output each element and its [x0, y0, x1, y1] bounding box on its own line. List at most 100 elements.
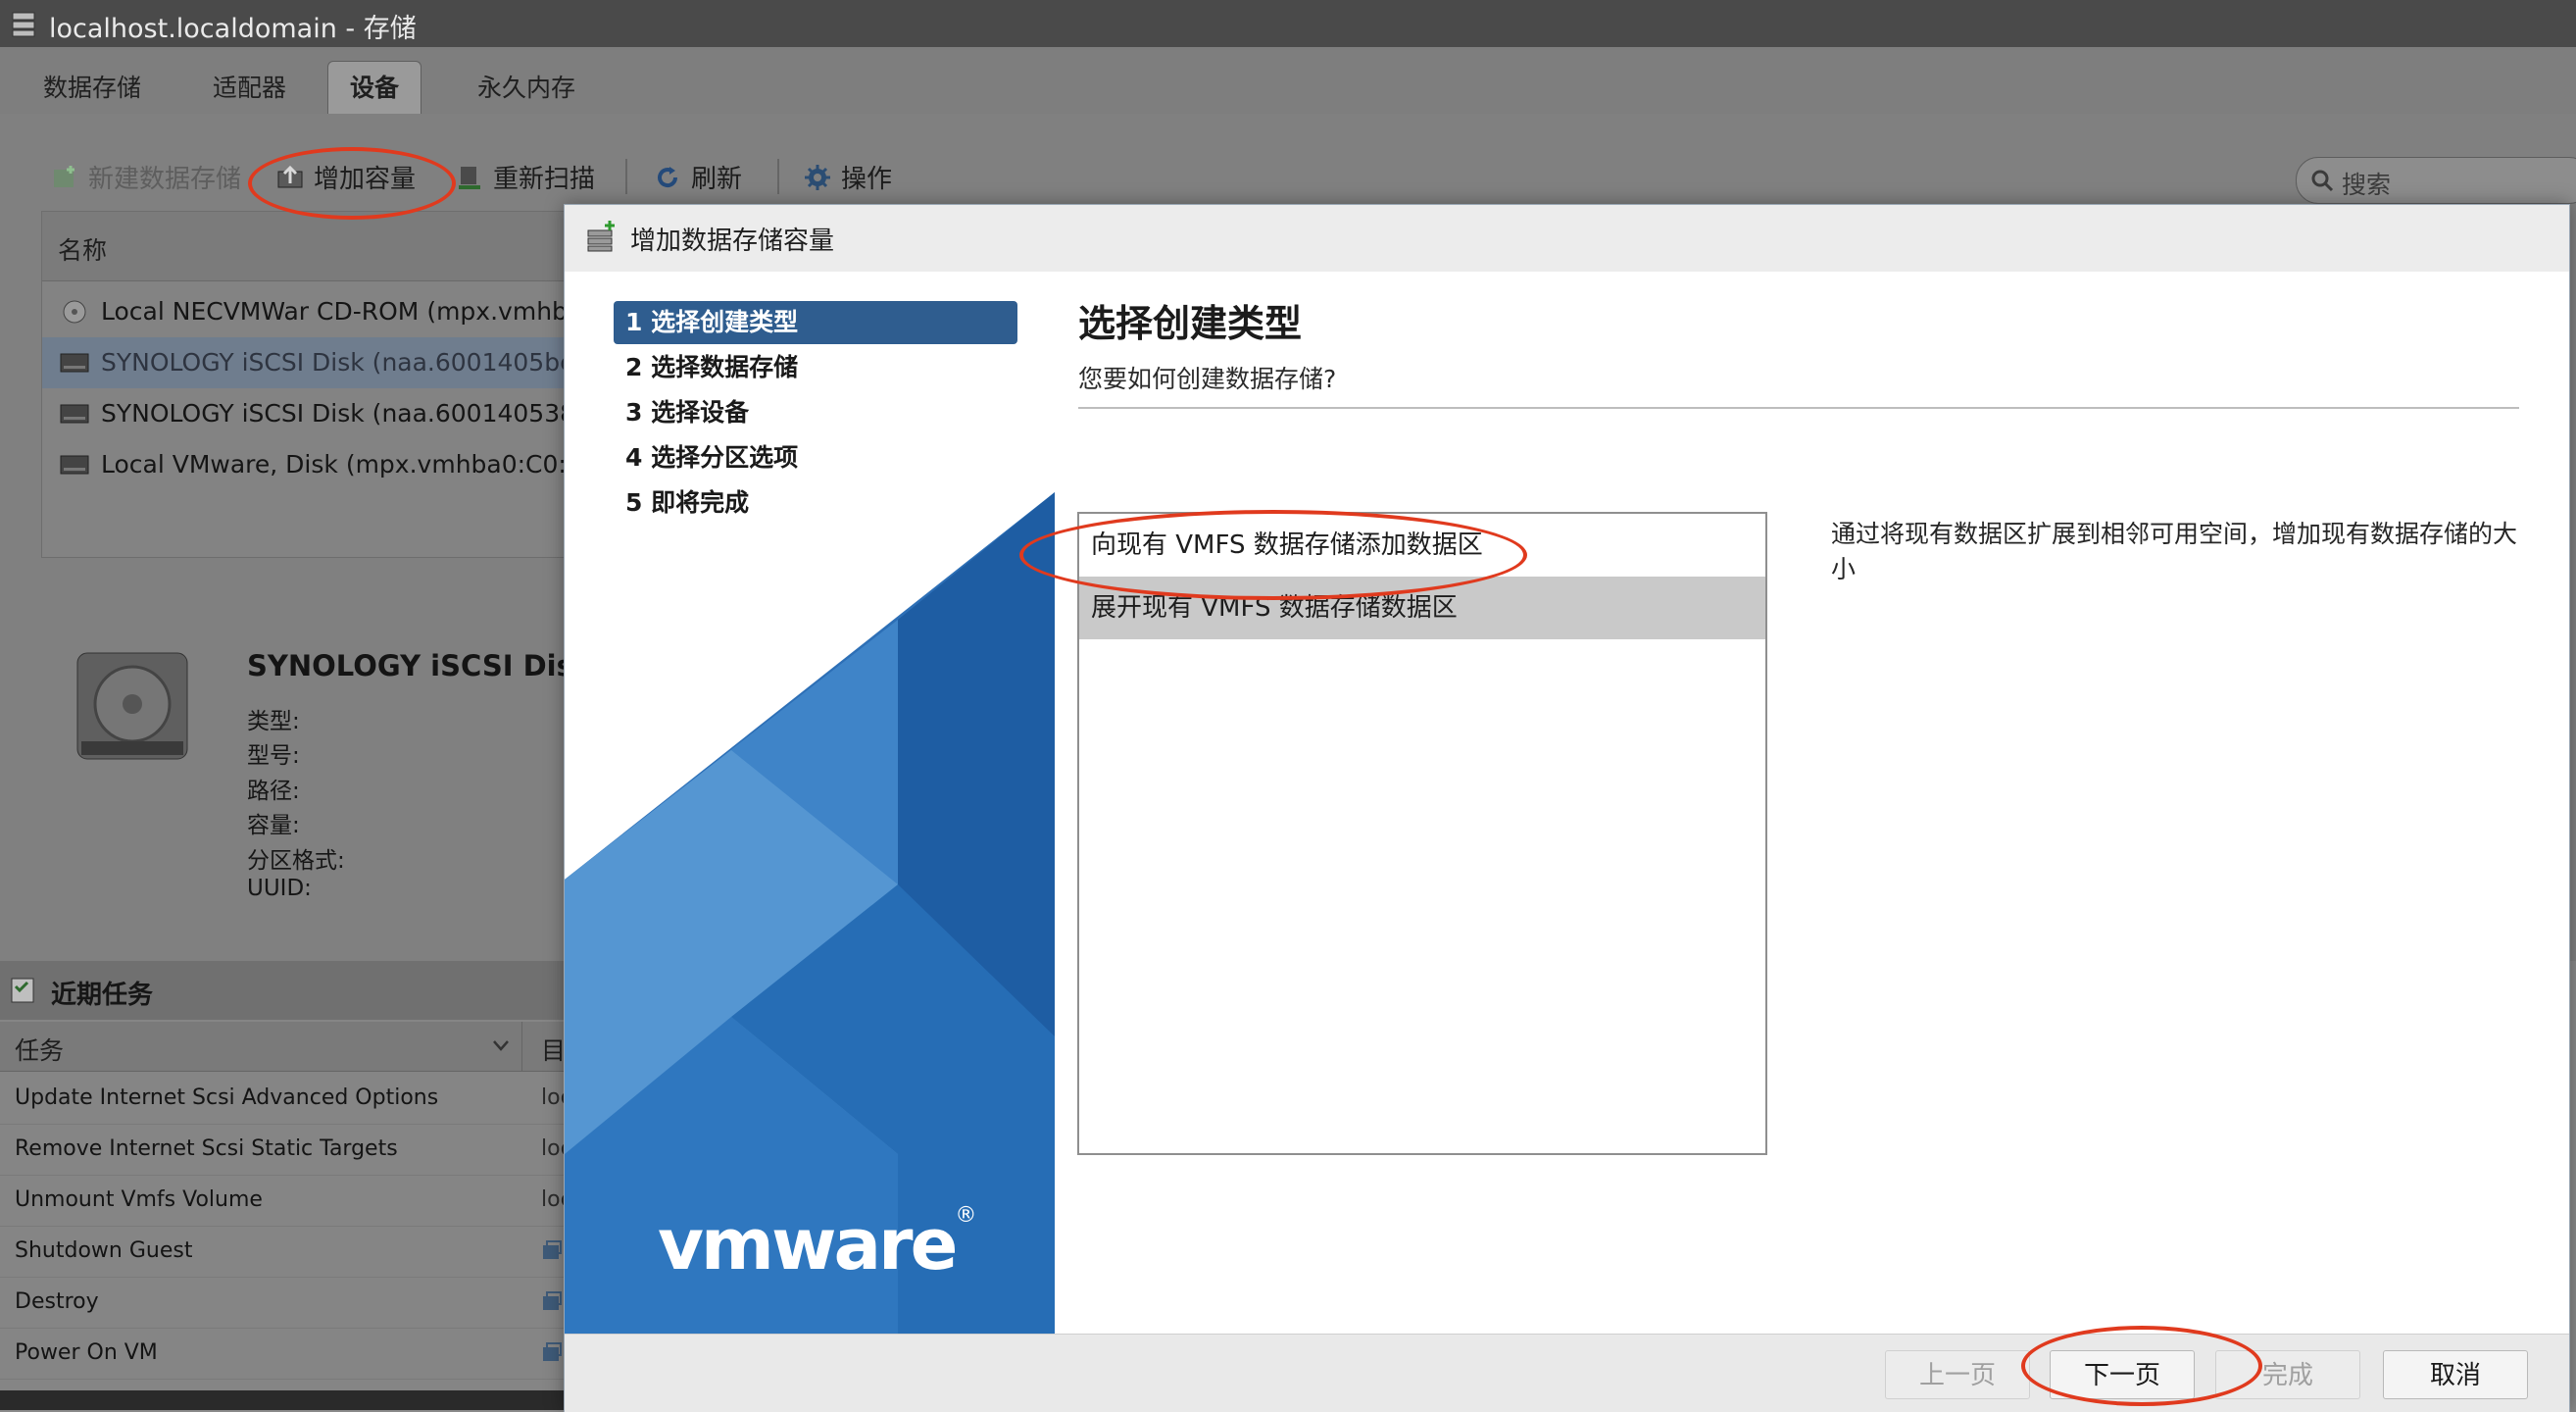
vm-icon	[543, 1342, 562, 1361]
disk-icon	[60, 404, 89, 424]
rescan-button[interactable]: 重新扫描	[456, 159, 595, 195]
new-datastore-button[interactable]: 新建数据存储	[51, 159, 241, 195]
task-name: Destroy	[15, 1289, 99, 1314]
toolbar-divider	[777, 159, 779, 194]
wizard-step-5[interactable]: 5 即将完成	[614, 481, 1017, 525]
tasks-column-header: 任务 目	[0, 1022, 588, 1072]
hard-disk-icon	[76, 652, 188, 760]
prev-button[interactable]: 上一页	[1885, 1350, 2030, 1399]
detail-label-type: 类型:	[247, 709, 300, 734]
device-row[interactable]: Local VMware, Disk (mpx.vmhba0:C0:T0	[42, 439, 591, 490]
detail-label-capacity: 容量:	[247, 813, 300, 838]
tab-adapters[interactable]: 适配器	[191, 62, 308, 114]
disk-icon	[60, 455, 89, 475]
option-description: 通过将现有数据区扩展到相邻可用空间，增加现有数据存储的大小	[1831, 520, 2518, 583]
detail-title: SYNOLOGY iSCSI Dis	[247, 649, 573, 682]
refresh-label: 刷新	[691, 165, 743, 194]
wizard-step-2[interactable]: 2 选择数据存储	[614, 346, 1017, 389]
vm-icon	[543, 1291, 562, 1310]
tab-persistent-memory[interactable]: 永久内存	[456, 62, 597, 114]
dialog-header[interactable]: 增加数据存储容量	[565, 205, 2569, 273]
detail-label-model: 型号:	[247, 743, 300, 769]
device-name: Local NECVMWar CD-ROM (mpx.vmhba	[101, 297, 583, 326]
column-header-target[interactable]: 目	[541, 1032, 566, 1067]
increase-capacity-dialog: 增加数据存储容量 1 选择创建类型 2 选择数据存储 3 选择设备 4 选择分区…	[564, 204, 2570, 1412]
task-name: Remove Internet Scsi Static Targets	[15, 1136, 398, 1161]
window-titlebar: localhost.localdomain - 存储	[0, 0, 2576, 47]
new-datastore-label: 新建数据存储	[88, 165, 242, 194]
content-title: 选择创建类型	[1078, 302, 1303, 345]
tab-devices[interactable]: 设备	[327, 61, 422, 114]
device-name: Local VMware, Disk (mpx.vmhba0:C0:T0	[101, 450, 591, 479]
window-title: localhost.localdomain - 存储	[49, 14, 417, 44]
option-expand-extent[interactable]: 展开现有 VMFS 数据存储数据区	[1079, 577, 1765, 639]
device-name: SYNOLOGY iSCSI Disk (naa.600140538	[101, 399, 576, 428]
tasks-icon	[11, 978, 34, 1003]
rescan-label: 重新扫描	[493, 165, 596, 194]
content-subtitle: 您要如何创建数据存储?	[1078, 365, 1337, 393]
column-header-label: 名称	[58, 236, 108, 265]
tab-bar: 数据存储 适配器 设备 永久内存	[0, 47, 2576, 115]
finish-button[interactable]: 完成	[2215, 1350, 2360, 1399]
task-name: Unmount Vmfs Volume	[15, 1187, 263, 1212]
tab-datastores[interactable]: 数据存储	[22, 62, 163, 114]
task-row[interactable]: Power On VM	[0, 1328, 588, 1380]
task-row[interactable]: Update Internet Scsi Advanced Options loc	[0, 1073, 588, 1125]
vm-icon	[543, 1240, 562, 1259]
task-name: Shutdown Guest	[15, 1238, 193, 1263]
task-row[interactable]: Unmount Vmfs Volume loc	[0, 1175, 588, 1227]
disk-icon	[60, 353, 89, 373]
cancel-button[interactable]: 取消	[2383, 1350, 2528, 1399]
recent-tasks-header: 近期任务	[0, 961, 588, 1020]
device-table: 名称 Local NECVMWar CD-ROM (mpx.vmhba SYNO…	[41, 211, 592, 558]
detail-label-uuid: UUID:	[247, 876, 312, 901]
actions-label: 操作	[841, 165, 893, 194]
search-placeholder: 搜索	[2342, 171, 2392, 199]
gear-icon	[805, 164, 830, 190]
option-add-extent[interactable]: 向现有 VMFS 数据存储添加数据区	[1079, 514, 1765, 577]
device-name: SYNOLOGY iSCSI Disk (naa.6001405be	[101, 348, 575, 377]
recent-tasks-title: 近期任务	[51, 981, 154, 1010]
wizard-content: 选择创建类型 您要如何创建数据存储? 向现有 VMFS 数据存储添加数据区 展开…	[1055, 272, 2569, 1334]
datastore-add-icon	[587, 221, 615, 252]
search-icon	[2311, 170, 2334, 192]
new-datastore-icon	[54, 165, 74, 187]
device-row[interactable]: SYNOLOGY iSCSI Disk (naa.6001405be	[42, 337, 591, 388]
task-row[interactable]: Remove Internet Scsi Static Targets loc	[0, 1124, 588, 1176]
dialog-title: 增加数据存储容量	[630, 227, 835, 256]
detail-label-partition-format: 分区格式:	[247, 848, 345, 874]
wizard-step-3[interactable]: 3 选择设备	[614, 391, 1017, 434]
wizard-step-4[interactable]: 4 选择分区选项	[614, 436, 1017, 479]
device-row[interactable]: SYNOLOGY iSCSI Disk (naa.600140538	[42, 388, 591, 439]
next-button[interactable]: 下一页	[2050, 1350, 2195, 1399]
chevron-down-icon[interactable]	[492, 1039, 510, 1053]
increase-capacity-label: 增加容量	[314, 165, 417, 194]
task-row[interactable]: Destroy	[0, 1277, 588, 1329]
toolbar-divider	[625, 159, 627, 194]
wizard-sidebar: 1 选择创建类型 2 选择数据存储 3 选择设备 4 选择分区选项 5 即将完成…	[565, 272, 1055, 1334]
task-name: Update Internet Scsi Advanced Options	[15, 1085, 439, 1110]
increase-capacity-icon	[277, 165, 303, 187]
dialog-footer: 上一页 下一页 完成 取消	[565, 1334, 2569, 1412]
storage-icon	[12, 12, 35, 37]
status-bar	[0, 1390, 588, 1410]
task-name: Power On VM	[15, 1340, 158, 1365]
actions-button[interactable]: 操作	[804, 159, 892, 195]
wizard-step-1[interactable]: 1 选择创建类型	[614, 301, 1017, 344]
content-divider	[1078, 407, 2519, 409]
vmware-logo-text: vmware	[658, 1203, 958, 1286]
vmware-logo: vmware®	[658, 1203, 976, 1286]
search-input[interactable]: 搜索	[2296, 157, 2576, 204]
refresh-button[interactable]: 刷新	[654, 159, 742, 195]
refresh-icon	[658, 166, 678, 187]
device-row[interactable]: Local NECVMWar CD-ROM (mpx.vmhba	[42, 286, 591, 337]
task-row[interactable]: Shutdown Guest	[0, 1226, 588, 1278]
creation-type-list[interactable]: 向现有 VMFS 数据存储添加数据区 展开现有 VMFS 数据存储数据区	[1077, 512, 1767, 1155]
vmware-logo-mark: ®	[955, 1203, 976, 1228]
increase-capacity-button[interactable]: 增加容量	[276, 159, 416, 195]
cdrom-icon	[63, 300, 86, 324]
column-header-name[interactable]: 名称	[42, 212, 591, 281]
recent-tasks-panel: 近期任务 任务 目 Update Internet Scsi Advanced …	[0, 961, 588, 1410]
column-header-task[interactable]: 任务	[15, 1032, 64, 1067]
rescan-icon	[459, 166, 480, 189]
